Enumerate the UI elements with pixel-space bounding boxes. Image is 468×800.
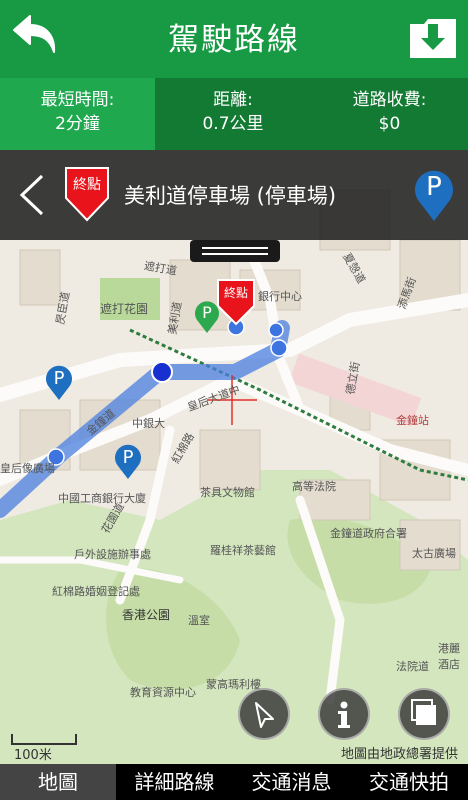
map-label: 金鐘道政府合署 — [330, 527, 407, 540]
distance-label: 距離: — [213, 90, 253, 110]
handle-lines-icon — [190, 240, 280, 262]
map-label: 銀行中心 — [258, 290, 302, 303]
tab-traffic-news[interactable]: 交通消息 — [233, 764, 350, 800]
scale-label: 100米 — [14, 748, 52, 763]
map-attribution: 地圖由地政總署提供 — [340, 747, 458, 762]
toll-label: 道路收費: — [352, 90, 427, 110]
drag-handle[interactable] — [190, 240, 280, 262]
map-label: 金鐘站 — [396, 414, 429, 427]
previous-destination-button[interactable] — [14, 172, 48, 218]
chevron-left-icon — [19, 174, 44, 216]
info-button[interactable] — [318, 688, 370, 740]
parking-marker[interactable]: P — [44, 365, 74, 401]
header-bar: 駕駛路線 — [0, 0, 468, 78]
stat-shortest-time: 最短時間: 2分鐘 — [0, 78, 155, 150]
tab-traffic-snapshot[interactable]: 交通快拍 — [350, 764, 468, 800]
map-label: 高等法院 — [292, 480, 336, 493]
distance-value: 0.7公里 — [202, 114, 264, 134]
route-stats: 最短時間: 2分鐘 距離: 0.7公里 道路收費: $0 — [0, 78, 468, 150]
download-button[interactable] — [406, 10, 460, 64]
layers-icon — [411, 699, 436, 725]
layers-button[interactable] — [398, 688, 450, 740]
map-label: 中國工商銀行大廈 — [58, 492, 146, 505]
time-label: 最短時間: — [40, 90, 115, 110]
map-label: 溫室 — [188, 614, 210, 627]
map-label: 遮打花園 — [100, 302, 149, 316]
time-value: 2分鐘 — [55, 114, 100, 134]
bottom-tab-bar: 地圖 詳細路線 交通消息 交通快拍 — [0, 764, 468, 800]
map-label: 羅桂祥茶藝館 — [210, 544, 276, 557]
map-label: 港麗酒店 — [438, 642, 460, 671]
map-label: 香港公園 — [122, 608, 171, 622]
destination-bar: 終點 美利道停車場 (停車場) P — [0, 150, 468, 240]
destination-marker-label: 終點 — [73, 177, 101, 193]
end-marker[interactable]: 終點 — [216, 278, 256, 326]
map-label: 中銀大 — [132, 417, 165, 430]
page-title: 駕駛路線 — [168, 22, 300, 58]
destination-parking-button[interactable]: P — [412, 168, 456, 222]
destination-name: 美利道停車場 (停車場) — [124, 184, 337, 208]
stat-distance: 距離: 0.7公里 — [155, 78, 311, 150]
parking-marker[interactable]: P — [113, 444, 143, 480]
destination-parking-label: P — [426, 172, 442, 202]
tab-route-details[interactable]: 詳細路線 — [116, 764, 233, 800]
destination-marker: 終點 — [64, 166, 110, 222]
map-label: 太古廣場 — [412, 547, 456, 560]
info-icon — [338, 701, 350, 728]
navigation-button[interactable] — [238, 688, 290, 740]
map-label: 戶外設施辦事處 — [74, 548, 151, 561]
toll-value: $0 — [378, 114, 401, 134]
map-label: 法院道 — [396, 660, 429, 673]
stat-toll: 道路收費: $0 — [311, 78, 468, 150]
map-label: 皇后像廣場 — [0, 462, 55, 475]
navigation-arrow-icon — [255, 702, 274, 728]
map-label: 紅棉路婚姻登記處 — [52, 585, 140, 598]
tab-map[interactable]: 地圖 — [0, 764, 116, 800]
map-label: 茶具文物館 — [200, 486, 255, 499]
download-icon — [410, 19, 456, 58]
map-label: 教育資源中心 — [130, 686, 196, 699]
